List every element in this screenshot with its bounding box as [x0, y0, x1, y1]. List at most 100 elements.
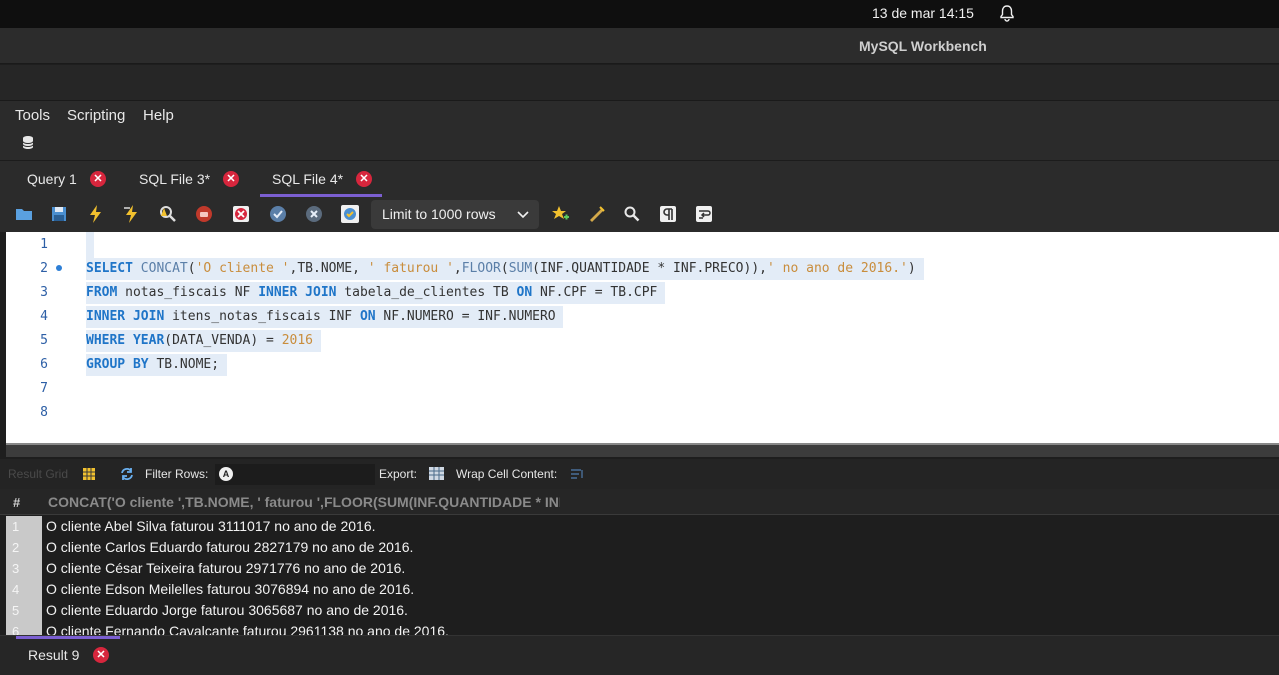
wrap-icon[interactable]: [694, 204, 714, 224]
line-number: 8: [40, 405, 48, 420]
window-title-bar: MySQL Workbench: [0, 28, 1279, 64]
row-number[interactable]: 2: [6, 537, 42, 558]
row-number[interactable]: 6: [6, 621, 42, 635]
sql-string: 'O cliente ': [195, 261, 290, 276]
row-number[interactable]: 5: [6, 600, 42, 621]
stop-icon[interactable]: [194, 204, 214, 224]
result-tab-bar: Result 9 ✕: [0, 635, 1279, 675]
statement-marker-icon: [56, 265, 62, 271]
tab-label: SQL File 3*: [139, 171, 211, 187]
sql-keyword: GROUP BY: [86, 357, 149, 372]
tab-result-9[interactable]: Result 9: [28, 647, 79, 663]
export-icon[interactable]: [428, 466, 445, 481]
autocommit-icon[interactable]: [340, 204, 360, 224]
table-cell[interactable]: O cliente Carlos Eduardo faturou 2827179…: [46, 539, 413, 555]
save-icon[interactable]: [49, 204, 69, 224]
line-number: 4: [40, 309, 48, 324]
close-icon[interactable]: ✕: [90, 171, 106, 187]
code-line-3: FROM notas_fiscais NF INNER JOIN tabela_…: [86, 282, 666, 304]
sql-function: FLOOR: [461, 261, 501, 276]
code-line-6: GROUP BY TB.NOME;: [86, 354, 227, 376]
sql-number: 2016: [281, 333, 313, 348]
line-number: 1: [40, 237, 48, 252]
active-result-tab-indicator: [16, 636, 120, 639]
code-line-2: SELECT CONCAT('O cliente ',TB.NOME, ' fa…: [86, 258, 924, 280]
editor-toolbar: Limit to 1000 rows: [0, 197, 1279, 232]
grid-header: # CONCAT('O cliente ',TB.NOME, ' faturou…: [0, 489, 1279, 515]
tab-label: Query 1: [27, 171, 77, 187]
code-line-5: WHERE YEAR(DATA_VENDA) = 2016: [86, 330, 321, 352]
notification-bell-icon[interactable]: [998, 4, 1016, 22]
selection-highlight: [86, 232, 94, 258]
refresh-icon[interactable]: [119, 467, 135, 481]
rollback-icon[interactable]: [304, 204, 324, 224]
table-cell[interactable]: O cliente Abel Silva faturou 3111017 no …: [46, 518, 376, 534]
sql-keyword: YEAR: [132, 333, 165, 348]
system-clock[interactable]: 13 de mar 14:15: [872, 5, 974, 21]
filter-rows-input[interactable]: [215, 464, 375, 485]
table-cell[interactable]: O cliente Edson Meilelles faturou 307689…: [46, 581, 414, 597]
add-snippet-star-icon[interactable]: [550, 204, 570, 224]
tab-label: SQL File 4*: [272, 171, 344, 187]
table-cell[interactable]: O cliente Fernando Cavalcante faturou 29…: [46, 623, 449, 635]
chevron-down-icon: [517, 211, 529, 219]
sql-function: SUM: [508, 261, 533, 276]
close-icon[interactable]: ✕: [93, 647, 109, 663]
export-label: Export:: [379, 467, 418, 481]
window-title: MySQL Workbench: [859, 38, 987, 54]
line-number: 7: [40, 381, 48, 396]
commit-icon[interactable]: [268, 204, 288, 224]
code-line-4: INNER JOIN itens_notas_fiscais INF ON NF…: [86, 306, 564, 328]
line-number: 2: [40, 261, 48, 276]
pane-splitter[interactable]: [6, 443, 1279, 457]
sql-string: ' no ano de 2016.': [766, 261, 908, 276]
explain-icon[interactable]: [158, 204, 178, 224]
query-tab-bar: Query 1 ✕ SQL File 3* ✕ SQL File 4* ✕: [0, 161, 1279, 197]
result-grid[interactable]: # CONCAT('O cliente ',TB.NOME, ' faturou…: [0, 489, 1279, 635]
grid-layout-icon[interactable]: [82, 467, 96, 481]
execute-icon[interactable]: [86, 204, 106, 224]
result-grid-label[interactable]: Result Grid: [8, 467, 68, 481]
result-grid-toolbar: Result Grid Filter Rows: A Export: Wrap …: [0, 459, 1279, 489]
menu-scripting[interactable]: Scripting: [67, 107, 125, 124]
table-cell[interactable]: O cliente César Teixeira faturou 2971776…: [46, 560, 405, 576]
sql-keyword: INNER JOIN: [258, 285, 337, 300]
sql-string: ' faturou ': [367, 261, 454, 276]
close-icon[interactable]: ✕: [356, 171, 372, 187]
sql-keyword: WHERE: [86, 333, 126, 348]
limit-rows-select[interactable]: Limit to 1000 rows: [371, 200, 539, 229]
sql-keyword: SELECT: [86, 261, 133, 276]
execute-current-icon[interactable]: [122, 204, 142, 224]
wrap-cell-label: Wrap Cell Content:: [456, 467, 558, 481]
menu-bar: Tools Scripting Help: [0, 101, 1279, 129]
filter-rows-label: Filter Rows:: [145, 467, 209, 481]
sidebar-toggle-strip: [0, 129, 1279, 161]
menu-tools[interactable]: Tools: [15, 107, 50, 124]
row-number[interactable]: 1: [6, 516, 42, 537]
open-folder-icon[interactable]: [14, 204, 34, 224]
line-number: 3: [40, 285, 48, 300]
toggle-error-icon[interactable]: [231, 204, 251, 224]
sql-keyword: ON: [359, 309, 376, 324]
sql-keyword: INNER JOIN: [86, 309, 165, 324]
row-number[interactable]: 4: [6, 579, 42, 600]
limit-rows-value: Limit to 1000 rows: [382, 206, 496, 222]
row-number-header: #: [13, 495, 21, 510]
table-cell[interactable]: O cliente Eduardo Jorge faturou 3065687 …: [46, 602, 408, 618]
sql-keyword: ON: [516, 285, 533, 300]
workbench-tab-strip: [0, 65, 1279, 101]
invisible-chars-icon[interactable]: [658, 204, 678, 224]
sql-keyword: FROM: [86, 285, 118, 300]
beautify-icon[interactable]: [587, 204, 607, 224]
sql-function: CONCAT: [140, 261, 188, 276]
wrap-cell-icon[interactable]: [570, 468, 584, 480]
database-icon[interactable]: [21, 135, 35, 151]
row-number[interactable]: 3: [6, 558, 42, 579]
column-header[interactable]: CONCAT('O cliente ',TB.NOME, ' faturou '…: [48, 494, 560, 510]
system-top-bar: 13 de mar 14:15: [0, 0, 1279, 28]
close-icon[interactable]: ✕: [223, 171, 239, 187]
menu-help[interactable]: Help: [143, 107, 174, 124]
sql-editor[interactable]: 1 2 3 4 5 6 7 8 SELECT CONCAT('O cliente…: [6, 232, 1279, 443]
find-icon[interactable]: [622, 204, 642, 224]
search-icon: A: [219, 467, 233, 481]
